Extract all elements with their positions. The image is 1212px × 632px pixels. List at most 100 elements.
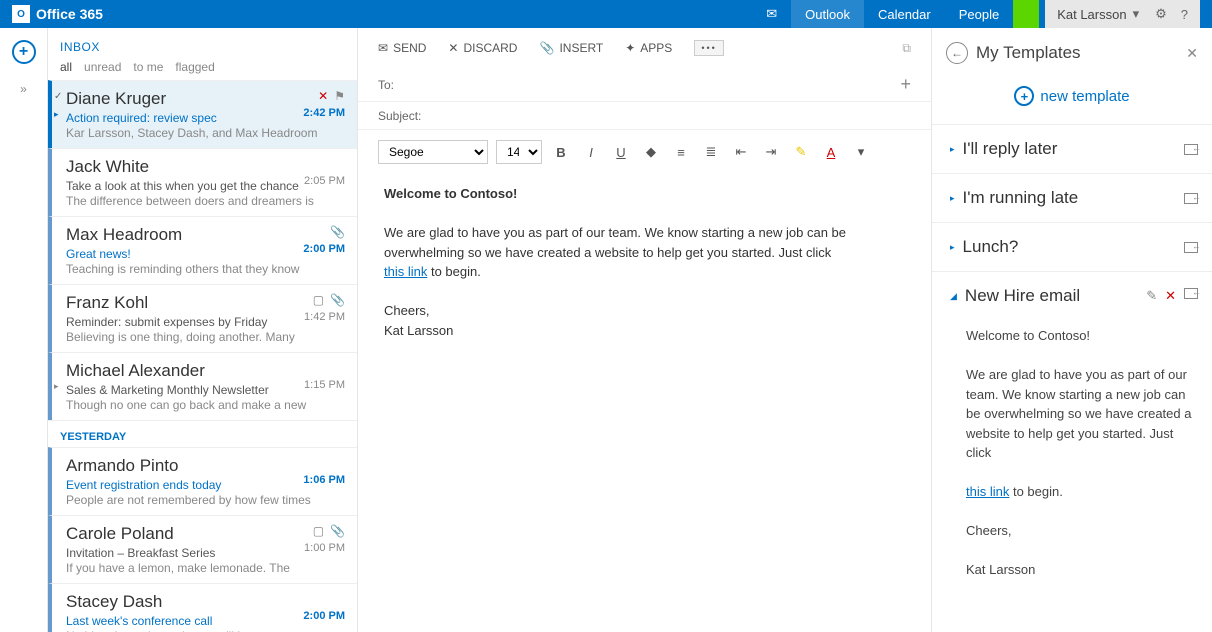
brand[interactable]: O Office 365: [12, 5, 103, 23]
message-item[interactable]: ▸ Michael Alexander Sales & Marketing Mo…: [48, 352, 357, 420]
close-icon[interactable]: ✕: [1186, 45, 1198, 62]
chevron-right-icon: ▸: [950, 242, 955, 253]
msg-preview: The difference between doers and dreamer…: [66, 194, 345, 208]
compose-body[interactable]: Welcome to Contoso! We are glad to have …: [358, 174, 931, 350]
filter-all[interactable]: all: [60, 60, 72, 74]
tmpl-link[interactable]: this link: [966, 484, 1009, 499]
calendar-icon: ▢: [313, 524, 324, 538]
number-list-button[interactable]: ≣: [700, 141, 722, 163]
add-recipient-icon[interactable]: +: [900, 74, 911, 95]
format-toolbar: Segoe 14 B I U ◆ ≡ ≣ ⇤ ⇥ ✎ A ▾: [358, 130, 931, 174]
message-item[interactable]: Carole Poland Invitation – Breakfast Ser…: [48, 515, 357, 583]
user-menu[interactable]: Kat Larsson ▾ ⚙ ?: [1045, 0, 1200, 28]
to-input[interactable]: [438, 77, 900, 92]
message-item[interactable]: Jack White Take a look at this when you …: [48, 148, 357, 216]
compose-toolbar: ✉SEND ✕DISCARD 📎INSERT ✦APPS ••• ⧉: [358, 28, 931, 68]
nav-outlook[interactable]: Outlook: [791, 0, 864, 28]
calendar-icon: ▢: [313, 293, 324, 307]
msg-time: 1:06 PM: [303, 474, 345, 486]
new-item-button[interactable]: +: [12, 40, 36, 64]
italic-button[interactable]: I: [580, 141, 602, 163]
outdent-button[interactable]: ⇤: [730, 141, 752, 163]
check-icon: ✓: [54, 91, 62, 102]
template-name: Lunch?: [963, 237, 1184, 257]
chevron-right-icon: ▸: [950, 144, 955, 155]
filter-unread[interactable]: unread: [84, 60, 121, 74]
template-item[interactable]: ▸ Lunch?: [932, 222, 1212, 271]
plus-icon: +: [1014, 86, 1034, 106]
insert-button[interactable]: 📎INSERT: [539, 41, 603, 55]
attachment-icon: 📎: [330, 225, 345, 239]
expand-rail-icon[interactable]: »: [20, 82, 27, 96]
msg-time: 2:05 PM: [304, 175, 345, 187]
more-button[interactable]: •••: [694, 40, 723, 56]
templates-header: ← My Templates ✕: [932, 28, 1212, 74]
insert-template-icon[interactable]: [1184, 288, 1198, 299]
msg-from: Jack White: [66, 157, 345, 177]
font-color-button[interactable]: A: [820, 141, 842, 163]
msg-time: 1:15 PM: [304, 379, 345, 391]
message-item[interactable]: Armando Pinto Event registration ends to…: [48, 447, 357, 515]
tmpl-signature: Kat Larsson: [966, 560, 1192, 580]
office-logo-icon: O: [12, 5, 30, 23]
edit-icon[interactable]: ✎: [1146, 288, 1157, 304]
msg-time: 2:00 PM: [303, 610, 345, 622]
chevron-down-icon: ◢: [950, 291, 957, 302]
compose-pane: ✉SEND ✕DISCARD 📎INSERT ✦APPS ••• ⧉ To: +…: [358, 28, 932, 632]
subject-input[interactable]: [438, 108, 911, 123]
size-select[interactable]: 14: [496, 140, 542, 164]
msg-preview: If you have a lemon, make lemonade. The: [66, 561, 345, 575]
templates-panel: ← My Templates ✕ + new template ▸ I'll r…: [932, 28, 1212, 632]
indent-button[interactable]: ⇥: [760, 141, 782, 163]
new-template-label: new template: [1040, 88, 1129, 105]
message-item[interactable]: Franz Kohl Reminder: submit expenses by …: [48, 284, 357, 352]
body-after-link: to begin.: [427, 264, 481, 279]
send-button[interactable]: ✉SEND: [378, 41, 426, 55]
attachment-icon: 📎: [539, 41, 554, 55]
inbox-header[interactable]: INBOX: [48, 28, 357, 60]
message-item[interactable]: ✓ ▸ Diane Kruger Action required: review…: [48, 80, 357, 148]
bullet-list-button[interactable]: ≡: [670, 141, 692, 163]
insert-template-icon[interactable]: [1184, 193, 1198, 204]
chevron-down-icon: ▾: [1133, 6, 1140, 22]
message-item[interactable]: Max Headroom Great news! Teaching is rem…: [48, 216, 357, 284]
template-item[interactable]: ▸ I'll reply later: [932, 124, 1212, 173]
message-item[interactable]: Stacey Dash Last week's conference call …: [48, 583, 357, 632]
bold-button[interactable]: B: [550, 141, 572, 163]
popout-icon[interactable]: ⧉: [902, 41, 911, 56]
left-rail: + »: [0, 28, 48, 632]
nav-people[interactable]: People: [945, 0, 1013, 28]
body-link[interactable]: this link: [384, 264, 427, 279]
delete-icon[interactable]: ✕: [318, 89, 328, 103]
msg-preview: Teaching is reminding others that they k…: [66, 262, 345, 276]
filter-to-me[interactable]: to me: [133, 60, 163, 74]
template-name: New Hire email: [965, 286, 1146, 306]
insert-template-icon[interactable]: [1184, 242, 1198, 253]
insert-template-icon[interactable]: [1184, 144, 1198, 155]
font-select[interactable]: Segoe: [378, 140, 488, 164]
to-label: To:: [378, 78, 438, 92]
msg-preview: Kar Larsson, Stacey Dash, and Max Headro…: [66, 126, 345, 140]
help-icon[interactable]: ?: [1181, 7, 1188, 22]
delete-icon[interactable]: ✕: [1165, 288, 1176, 304]
highlight-button[interactable]: ✎: [790, 141, 812, 163]
template-item[interactable]: ▸ I'm running late: [932, 173, 1212, 222]
new-template-button[interactable]: + new template: [932, 74, 1212, 124]
clear-format-button[interactable]: ◆: [640, 141, 662, 163]
msg-from: Diane Kruger: [66, 89, 345, 109]
format-more-icon[interactable]: ▾: [850, 141, 872, 163]
msg-from: Armando Pinto: [66, 456, 345, 476]
msg-from: Franz Kohl: [66, 293, 345, 313]
discard-button[interactable]: ✕DISCARD: [448, 41, 517, 55]
gear-icon[interactable]: ⚙: [1155, 6, 1167, 22]
underline-button[interactable]: U: [610, 141, 632, 163]
flag-icon[interactable]: ⚑: [334, 89, 345, 103]
back-button[interactable]: ←: [946, 42, 968, 64]
chevron-right-icon: ▸: [950, 193, 955, 204]
nav-mail-icon[interactable]: ✉: [752, 0, 791, 28]
apps-button[interactable]: ✦APPS: [625, 41, 672, 55]
top-bar: O Office 365 ✉ Outlook Calendar People K…: [0, 0, 1212, 28]
nav-calendar[interactable]: Calendar: [864, 0, 945, 28]
filter-flagged[interactable]: flagged: [175, 60, 214, 74]
template-item-expanded[interactable]: ◢ New Hire email ✎ ✕: [932, 271, 1212, 320]
